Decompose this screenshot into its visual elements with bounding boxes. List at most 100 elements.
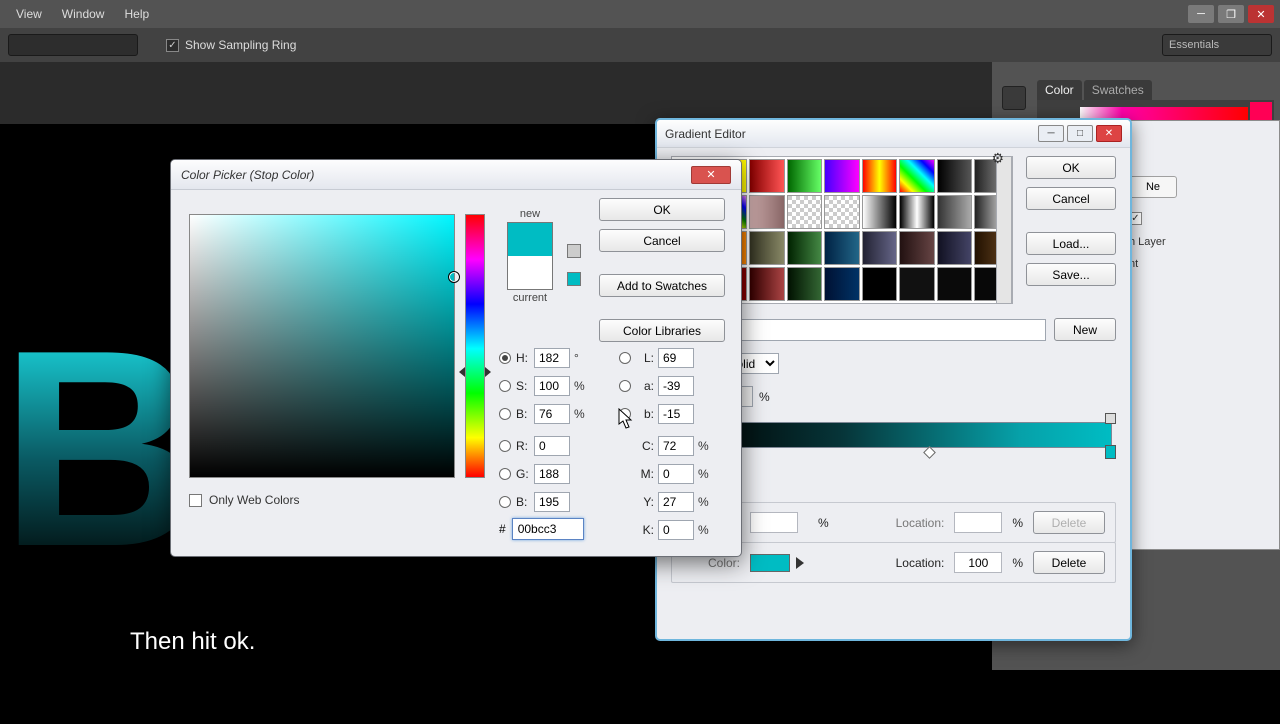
new-style-button[interactable]: Ne [1129, 176, 1177, 198]
check-icon: ✓ [166, 39, 179, 52]
unit-deg: ° [570, 351, 590, 365]
radio-h[interactable] [499, 352, 511, 364]
midpoint-diamond[interactable] [923, 446, 936, 459]
delete-color-stop-button[interactable]: Delete [1033, 551, 1105, 574]
input-a[interactable] [658, 376, 694, 396]
tab-color[interactable]: Color [1037, 80, 1082, 100]
app-close-button[interactable]: ✕ [1248, 5, 1274, 23]
hex-row: # [499, 518, 584, 540]
unit-c: % [694, 439, 714, 453]
gear-icon[interactable]: ⚙ [991, 150, 1004, 167]
menu-help[interactable]: Help [114, 4, 159, 24]
label-b: B: [516, 407, 534, 421]
label-s: S: [516, 379, 534, 393]
input-h[interactable] [534, 348, 570, 368]
input-g[interactable] [534, 464, 570, 484]
dialog-close-button[interactable]: ✕ [1096, 125, 1122, 142]
label-lab-b: b: [636, 407, 654, 421]
dialog-minimize-button[interactable]: ─ [1038, 125, 1064, 142]
location-label: Location: [896, 516, 945, 530]
layer-style-dialog: Ne ✓ h Layer nt [1120, 120, 1280, 550]
letterbox [0, 670, 1280, 720]
radio-s[interactable] [499, 380, 511, 392]
cancel-button[interactable]: Cancel [1026, 187, 1116, 210]
hue-slider[interactable] [465, 214, 485, 478]
input-s[interactable] [534, 376, 570, 396]
sample-size-dropdown[interactable] [8, 34, 138, 56]
menu-window[interactable]: Window [52, 4, 115, 24]
radio-a[interactable] [619, 380, 631, 392]
radio-g[interactable] [499, 468, 511, 480]
unit-pct-b: % [570, 407, 590, 421]
input-b[interactable] [534, 404, 570, 424]
websafe-cube-icon[interactable] [567, 272, 581, 286]
color-libraries-button[interactable]: Color Libraries [599, 319, 725, 342]
show-sampling-ring-label: Show Sampling Ring [185, 38, 296, 52]
label-y: Y: [636, 495, 654, 509]
new-label: new [497, 208, 563, 220]
new-current-swatch: new current [497, 208, 563, 304]
color-picker-title: Color Picker (Stop Color) [181, 168, 314, 182]
opacity-stop[interactable] [1105, 413, 1116, 424]
input-lab-b[interactable] [658, 404, 694, 424]
app-restore-button[interactable]: ❐ [1218, 5, 1244, 23]
input-k[interactable] [658, 520, 694, 540]
input-m[interactable] [658, 464, 694, 484]
new-gradient-button[interactable]: New [1054, 318, 1116, 341]
location-label-2: Location: [896, 556, 945, 570]
pct-label-4: % [1012, 556, 1023, 570]
color-field-cursor[interactable] [448, 271, 460, 283]
gradient-bar[interactable] [697, 422, 1112, 448]
opacity-input [750, 512, 798, 533]
gradient-editor-titlebar[interactable]: Gradient Editor ─ □ ✕ [657, 120, 1130, 148]
load-button[interactable]: Load... [1026, 232, 1116, 255]
dialog-maximize-button[interactable]: □ [1067, 125, 1093, 142]
tab-swatches[interactable]: Swatches [1084, 80, 1152, 100]
app-minimize-button[interactable]: ─ [1188, 5, 1214, 23]
unit-k: % [694, 523, 714, 537]
input-c[interactable] [658, 436, 694, 456]
color-picker-titlebar[interactable]: Color Picker (Stop Color) ✕ [171, 160, 741, 190]
color-stop-right[interactable] [1105, 445, 1116, 459]
delete-opacity-stop-button: Delete [1033, 511, 1105, 534]
stop-color-swatch[interactable] [750, 554, 790, 572]
warning-cube-icon[interactable] [567, 244, 581, 258]
radio-b[interactable] [499, 408, 511, 420]
workspace-dropdown[interactable]: Essentials [1162, 34, 1272, 56]
label-l: L: [636, 351, 654, 365]
input-y[interactable] [658, 492, 694, 512]
current-color-swatch[interactable] [508, 256, 552, 289]
radio-bl[interactable] [499, 496, 511, 508]
picker-cancel-button[interactable]: Cancel [599, 229, 725, 252]
label-m: M: [636, 467, 654, 481]
pct-label: % [759, 390, 770, 404]
only-web-colors-checkbox[interactable]: Only Web Colors [189, 493, 299, 507]
gradient-editor-title: Gradient Editor [665, 127, 746, 141]
input-l[interactable] [658, 348, 694, 368]
color-location-input[interactable] [954, 552, 1002, 573]
panel-icon-button[interactable] [1002, 86, 1026, 110]
menu-view[interactable]: View [6, 4, 52, 24]
label-h: H: [516, 351, 534, 365]
input-bl[interactable] [534, 492, 570, 512]
save-button[interactable]: Save... [1026, 263, 1116, 286]
new-color-swatch[interactable] [508, 223, 552, 256]
pct-label-3: % [1012, 516, 1023, 530]
radio-l[interactable] [619, 352, 631, 364]
hue-arrow-right-icon [485, 367, 491, 377]
pct-label-2: % [818, 516, 829, 530]
hex-input[interactable] [512, 518, 584, 540]
input-r[interactable] [534, 436, 570, 456]
picker-ok-button[interactable]: OK [599, 198, 725, 221]
close-icon[interactable]: ✕ [691, 166, 731, 184]
presets-scrollbar[interactable] [996, 156, 1012, 304]
add-to-swatches-button[interactable]: Add to Swatches [599, 274, 725, 297]
ok-button[interactable]: OK [1026, 156, 1116, 179]
radio-r[interactable] [499, 440, 511, 452]
only-web-colors-label: Only Web Colors [209, 493, 299, 507]
nt-label: nt [1121, 253, 1279, 275]
color-field[interactable] [189, 214, 455, 478]
show-sampling-ring-checkbox[interactable]: ✓ Show Sampling Ring [166, 38, 296, 52]
chevron-right-icon[interactable] [796, 557, 804, 569]
options-bar: ✓ Show Sampling Ring Essentials [0, 28, 1280, 62]
